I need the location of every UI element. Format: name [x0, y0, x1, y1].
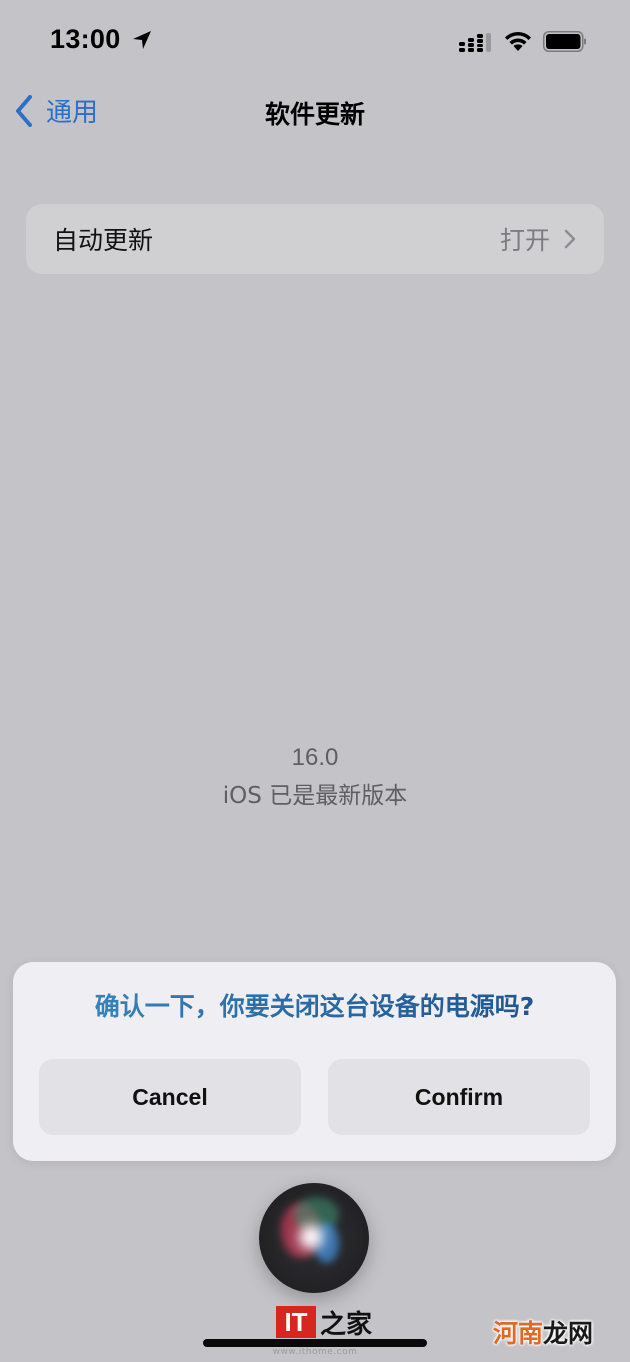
status-time: 13:00 [50, 24, 121, 54]
siri-confirm-dialog: 确认一下，你要关闭这台设备的电源吗? Cancel Confirm [13, 962, 616, 1161]
siri-orb-icon[interactable] [259, 1183, 369, 1293]
wifi-icon [505, 31, 531, 51]
chevron-right-icon [564, 229, 576, 249]
auto-update-row[interactable]: 自动更新 打开 [26, 204, 604, 274]
ithome-logo-text: 之家 [320, 1310, 373, 1340]
watermark-site-part2: 龙网 [543, 1319, 594, 1348]
version-number: 16.0 [291, 744, 339, 771]
page-title: 软件更新 [264, 100, 365, 129]
home-indicator[interactable] [203, 1339, 427, 1347]
ithome-logo: IT [276, 1306, 316, 1338]
battery-icon [543, 31, 586, 52]
watermark-url: www.ithome.com [272, 1347, 358, 1357]
cellular-signal-icon [459, 33, 491, 52]
auto-update-label: 自动更新 [53, 226, 154, 255]
cancel-button[interactable]: Cancel [39, 1059, 301, 1135]
dialog-question: 确认一下，你要关闭这台设备的电源吗? [13, 987, 616, 1023]
auto-update-value: 打开 [499, 226, 550, 255]
auto-update-value-group: 打开 [500, 221, 576, 257]
watermark-site-part1: 河南 [493, 1319, 544, 1348]
confirm-button[interactable]: Confirm [328, 1059, 590, 1135]
watermark-site: 河南龙网 [493, 1314, 593, 1350]
location-arrow-icon [133, 31, 151, 49]
siri-orb-glow [299, 1225, 323, 1249]
version-status: iOS 已是最新版本 [222, 783, 408, 809]
